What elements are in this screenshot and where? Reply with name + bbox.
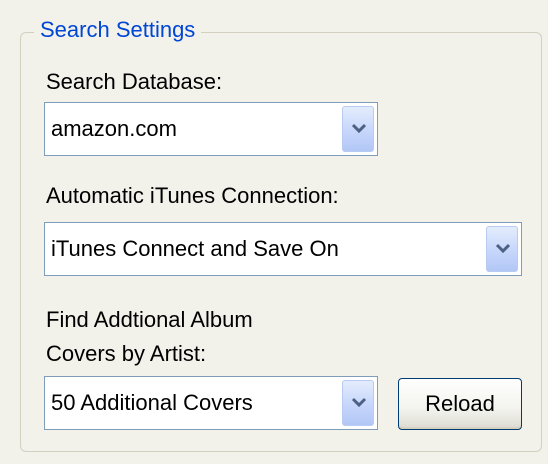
additional-covers-dropdown-button[interactable] [342,380,374,426]
itunes-connection-value: iTunes Connect and Save On [51,236,339,261]
additional-covers-label-line2: Covers by Artist: [46,341,207,366]
additional-covers-label-line1: Find Addtional Album [46,307,253,332]
itunes-connection-dropdown-button[interactable] [486,226,518,272]
chevron-down-icon [495,243,511,254]
group-title: Search Settings [34,16,202,44]
search-database-value: amazon.com [51,116,177,141]
itunes-connection-select[interactable]: iTunes Connect and Save On [44,222,522,276]
search-database-dropdown-button[interactable] [342,106,374,152]
search-database-label: Search Database: [46,69,223,94]
additional-covers-value: 50 Additional Covers [51,390,253,415]
search-database-select[interactable]: amazon.com [44,102,378,156]
chevron-down-icon [351,397,367,408]
reload-button[interactable]: Reload [398,378,522,430]
itunes-connection-label: Automatic iTunes Connection: [46,183,339,208]
additional-covers-select[interactable]: 50 Additional Covers [44,376,378,430]
chevron-down-icon [351,123,367,134]
search-settings-panel: Search Settings Search Database: amazon.… [0,0,548,464]
